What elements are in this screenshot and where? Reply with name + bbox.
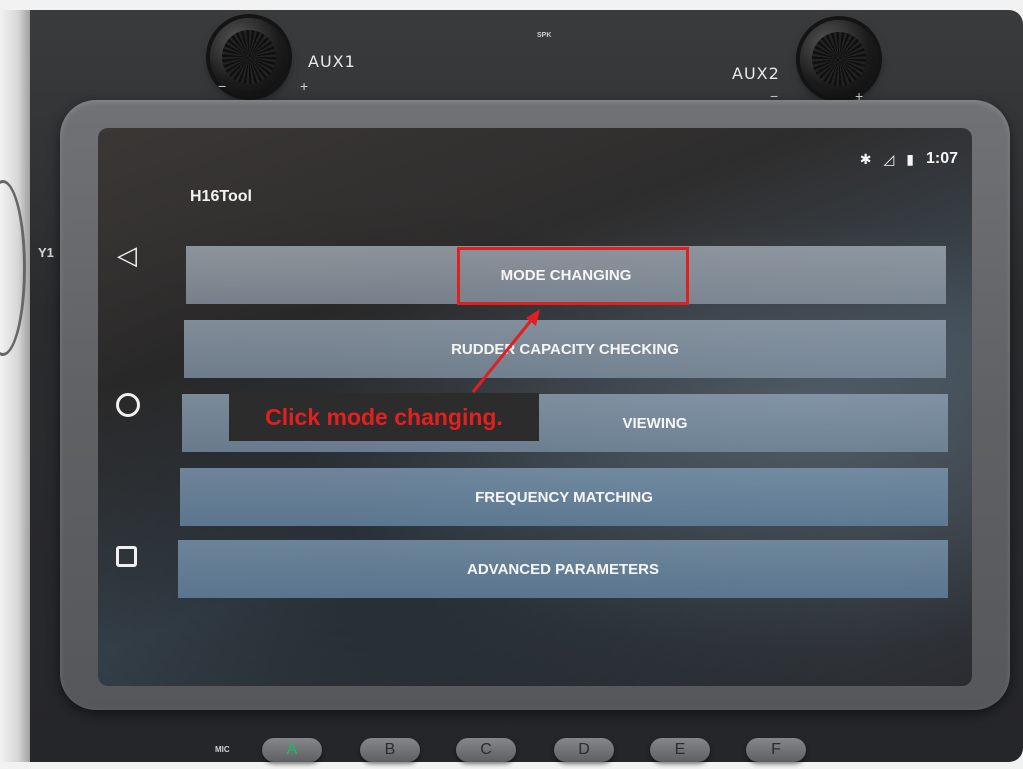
hardware-button-c-label: C [480, 741, 492, 758]
hardware-button-b-label: B [384, 741, 396, 758]
hardware-button-b[interactable]: B [360, 738, 420, 762]
hardware-button-d-label: D [578, 741, 590, 758]
hardware-button-a[interactable]: A [262, 738, 322, 762]
annotation-arrow [471, 309, 540, 393]
hardware-button-d[interactable]: D [554, 738, 614, 762]
annotation-callout: Click mode changing. [229, 393, 539, 441]
hardware-button-e-label: E [674, 741, 686, 758]
hardware-button-a-label: A [286, 741, 298, 758]
hardware-button-c[interactable]: C [456, 738, 516, 762]
hardware-button-f-label: F [771, 741, 781, 758]
hardware-button-e[interactable]: E [650, 738, 710, 762]
mic-label: MIC [215, 745, 230, 754]
hardware-button-f[interactable]: F [746, 738, 806, 762]
